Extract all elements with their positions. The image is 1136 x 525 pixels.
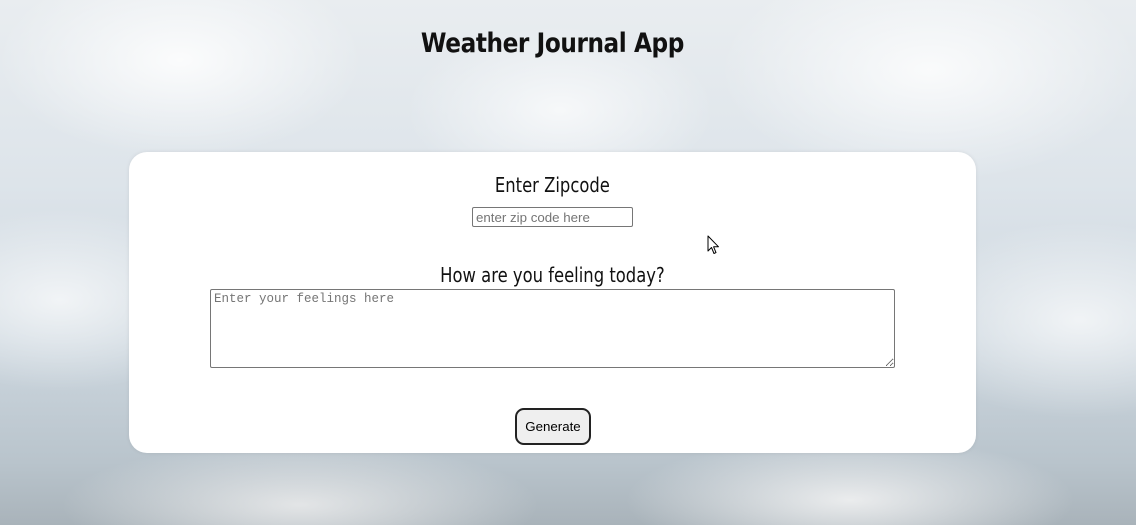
page-title: Weather Journal App	[420, 28, 684, 59]
journal-form-card: Enter Zipcode How are you feeling today?…	[129, 152, 976, 453]
mouse-pointer-icon	[707, 235, 719, 254]
generate-button[interactable]: Generate	[515, 408, 591, 445]
feelings-heading: How are you feeling today?	[440, 263, 665, 287]
feelings-textarea[interactable]	[210, 289, 895, 368]
zipcode-input[interactable]	[472, 207, 633, 227]
zipcode-heading: Enter Zipcode	[494, 173, 610, 197]
